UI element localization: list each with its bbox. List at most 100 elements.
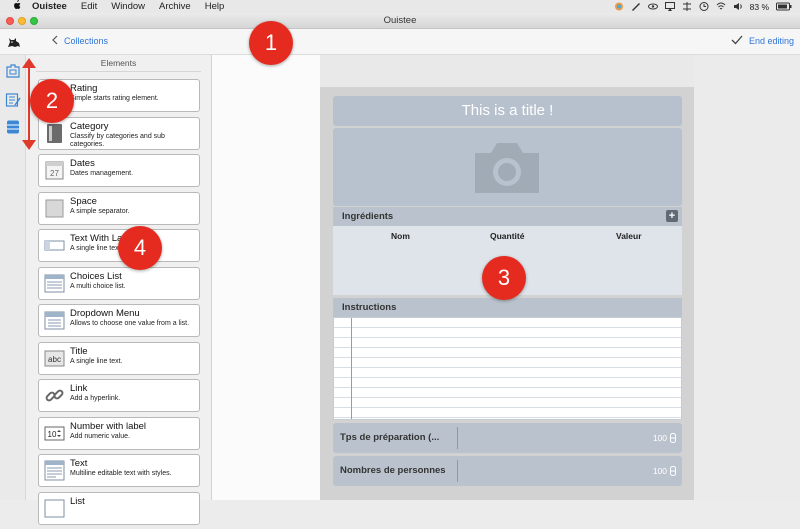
column-header-nom: Nom	[391, 231, 410, 241]
element-desc: A simple separator.	[70, 207, 130, 215]
element-title: List	[70, 495, 85, 507]
element-title: Dates	[70, 158, 95, 169]
text-field-icon	[44, 235, 65, 256]
annotation-badge-2: 2	[30, 79, 74, 123]
element-desc: Simple starts rating element.	[70, 95, 159, 102]
element-title: Link	[70, 383, 88, 394]
element-category[interactable]: Category Classify by categories and sub …	[38, 116, 200, 150]
close-window-button[interactable]	[6, 17, 14, 25]
eye-icon[interactable]	[647, 2, 658, 11]
element-desc: Dates management.	[70, 170, 134, 177]
number-icon: 10	[44, 423, 65, 444]
annotation-badge-3: 3	[482, 256, 526, 300]
element-dates[interactable]: 27 Dates Dates management.	[38, 154, 200, 187]
element-title: Number with label	[70, 420, 147, 432]
back-link-label: Collections	[64, 36, 109, 46]
calendar-icon-text: 27	[50, 169, 59, 178]
notebook-margin-line	[351, 318, 352, 419]
menu-app[interactable]: Ouistee	[32, 1, 67, 12]
element-title: Choices List	[70, 270, 122, 282]
right-margin	[694, 55, 800, 500]
element-title: Title	[70, 345, 88, 357]
element-title[interactable]: abc Title A single line text.	[38, 341, 200, 375]
database-icon[interactable]	[5, 119, 21, 135]
element-desc: Classify by categories and sub categorie…	[70, 132, 165, 148]
element-space[interactable]: Space A simple separator.	[38, 191, 200, 225]
instructions-textarea[interactable]	[333, 317, 682, 420]
canvas-top-strip	[320, 55, 694, 87]
element-title: Space	[70, 195, 97, 207]
element-title: Category	[70, 120, 109, 132]
element-title: Rating	[70, 83, 98, 94]
end-editing-label: End editing	[748, 36, 794, 46]
space-icon	[44, 198, 65, 219]
persons-value[interactable]: 100	[653, 456, 667, 486]
text-icon	[44, 460, 65, 481]
toolbar: Collections End editing	[0, 29, 800, 55]
color-wheel-icon[interactable]	[614, 2, 624, 11]
apple-icon[interactable]	[12, 0, 22, 13]
elements-list: Rating Simple starts rating element. Cat…	[38, 79, 200, 529]
number-icon-text: 10	[48, 430, 57, 439]
element-number-with-label[interactable]: 10 Number with label Add numeric value.	[38, 416, 200, 450]
ingredients-header: Ingrédients +	[333, 207, 682, 226]
link-icon	[44, 385, 65, 406]
field-separator	[457, 460, 458, 482]
battery-icon[interactable]	[776, 2, 792, 11]
end-editing-button[interactable]: End editing	[731, 35, 794, 47]
element-choices-list[interactable]: Choices List A multi choice list.	[38, 266, 200, 300]
network-icon[interactable]	[682, 2, 692, 11]
title-bar: Ouistee	[0, 13, 800, 29]
spacer-panel	[212, 55, 320, 500]
element-link[interactable]: Link Add a hyperlink.	[38, 379, 200, 412]
add-ingredient-button[interactable]: +	[666, 210, 678, 222]
annotation-badge-4: 4	[118, 226, 162, 270]
wifi-icon[interactable]	[716, 2, 726, 11]
puzzle-icon[interactable]	[5, 63, 21, 79]
prep-time-field[interactable]: Tps de préparation (... 100	[333, 423, 682, 453]
calendar-icon: 27	[44, 160, 65, 181]
cat-logo-icon	[6, 34, 22, 50]
edit-document-icon[interactable]	[5, 92, 21, 108]
pen-icon[interactable]	[631, 2, 641, 11]
instructions-header: Instructions	[333, 298, 682, 317]
window-title: Ouistee	[383, 15, 417, 26]
prep-time-value[interactable]: 100	[653, 423, 667, 453]
element-text[interactable]: Text Multiline editable text with styles…	[38, 454, 200, 487]
element-dropdown-menu[interactable]: Dropdown Menu Allows to choose one value…	[38, 304, 200, 337]
time-machine-icon[interactable]	[699, 2, 709, 11]
checkmark-icon	[731, 35, 743, 47]
form-title[interactable]: This is a title !	[333, 96, 682, 126]
annotation-badge-1: 1	[249, 21, 293, 65]
menu-archive[interactable]: Archive	[159, 1, 191, 12]
title-icon: abc	[44, 348, 65, 369]
persons-field[interactable]: Nombres de personnes 100	[333, 456, 682, 486]
stepper-icon[interactable]	[670, 433, 676, 443]
photo-placeholder[interactable]	[333, 128, 682, 206]
element-desc: Allows to choose one value from a list.	[70, 320, 190, 327]
arrow-down-icon	[22, 140, 36, 150]
field-separator	[457, 427, 458, 449]
stepper-icon[interactable]	[670, 466, 676, 476]
prep-time-label: Tps de préparation (...	[340, 432, 440, 443]
minimize-window-button[interactable]	[18, 17, 26, 25]
column-header-valeur: Valeur	[616, 231, 642, 241]
menu-edit[interactable]: Edit	[81, 1, 97, 12]
element-title: Dropdown Menu	[70, 308, 140, 319]
zoom-window-button[interactable]	[30, 17, 38, 25]
battery-percent: 83 %	[749, 1, 769, 12]
dropdown-icon	[44, 310, 65, 331]
arrow-up-icon	[22, 58, 36, 68]
volume-icon[interactable]	[733, 2, 743, 11]
menubar: Ouistee Edit Window Archive Help 83 %	[0, 0, 800, 13]
element-desc: Add a hyperlink.	[70, 395, 121, 402]
chevron-left-icon	[52, 35, 58, 47]
elements-header: Elements	[36, 55, 201, 72]
element-list[interactable]: List	[38, 491, 200, 525]
column-header-quantite: Quantité	[490, 231, 525, 241]
menu-window[interactable]: Window	[111, 1, 145, 12]
menu-help[interactable]: Help	[205, 1, 225, 12]
element-desc: A multi choice list.	[70, 282, 126, 290]
back-to-collections-link[interactable]: Collections	[52, 35, 108, 47]
airplay-icon[interactable]	[664, 2, 675, 11]
